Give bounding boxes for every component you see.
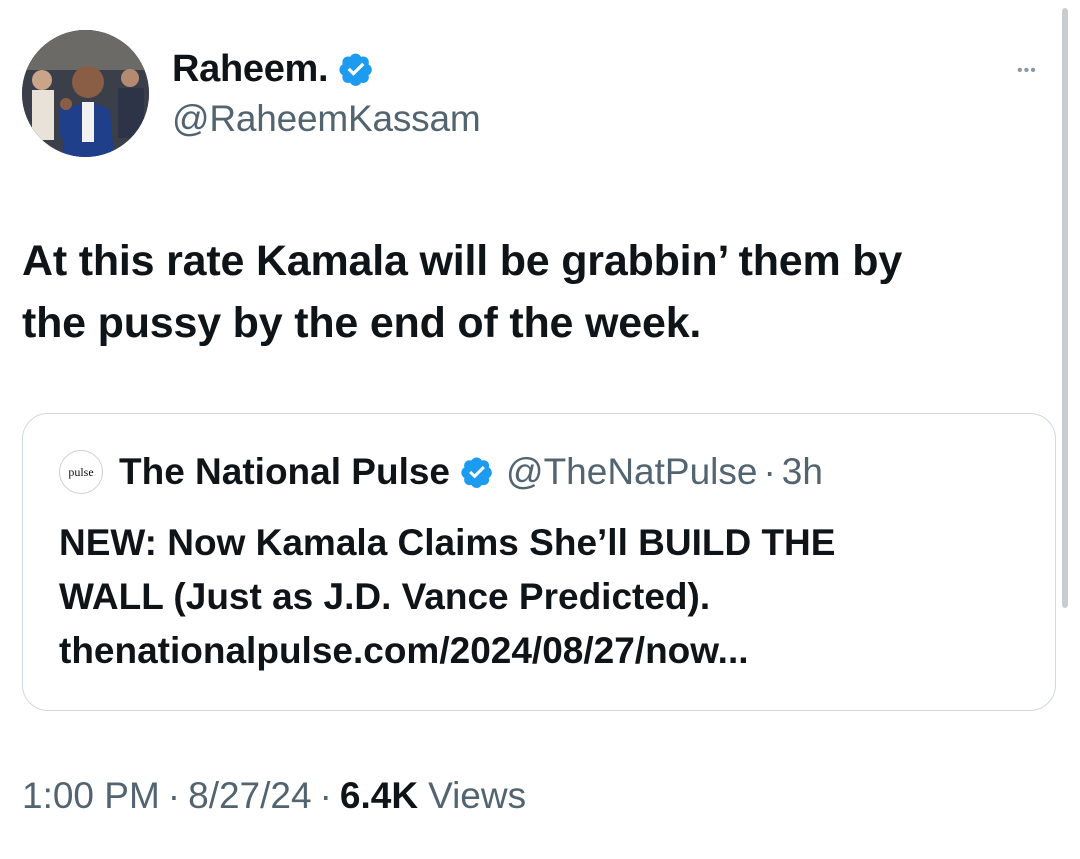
author-avatar[interactable]	[22, 30, 149, 157]
author-display-name[interactable]: Raheem.	[172, 48, 329, 91]
quote-avatar[interactable]: pulse	[59, 450, 103, 494]
tweet-time[interactable]: 1:00 PM	[22, 775, 160, 817]
quote-author-handle[interactable]: @TheNatPulse	[506, 451, 757, 493]
quote-timestamp[interactable]: 3h	[782, 451, 823, 493]
separator-dot: ·	[167, 775, 181, 816]
scrollbar[interactable]	[1062, 8, 1068, 608]
more-options-icon[interactable]: •••	[1017, 62, 1037, 80]
separator-dot: ·	[319, 775, 332, 816]
tweet-date[interactable]: 8/27/24	[188, 775, 311, 817]
quote-body-line: NEW: Now Kamala Claims She’ll BUILD THE	[59, 522, 836, 563]
verified-badge-icon	[339, 53, 373, 86]
views-count[interactable]: 6.4K	[340, 775, 418, 817]
quote-body: NEW: Now Kamala Claims She’ll BUILD THE …	[59, 516, 1039, 678]
quote-body-line: WALL (Just as J.D. Vance Predicted).	[59, 576, 711, 617]
quote-link[interactable]: thenationalpulse.com/2024/08/27/now...	[59, 624, 1039, 678]
separator-dot: ·	[763, 451, 776, 492]
quoted-tweet-card[interactable]: pulse The National Pulse @TheNatPulse · …	[22, 413, 1056, 711]
verified-badge-icon	[461, 457, 492, 488]
quote-author-name[interactable]: The National Pulse	[119, 451, 450, 493]
tweet-text: At this rate Kamala will be grabbin’ the…	[22, 230, 1042, 354]
views-label: Views	[428, 775, 527, 816]
author-handle[interactable]: @RaheemKassam	[172, 98, 481, 140]
tweet-text-line: At this rate Kamala will be grabbin’ the…	[22, 237, 903, 285]
tweet-text-line: the pussy by the end of the week.	[22, 299, 702, 347]
tweet-meta: 1:00 PM · 8/27/24 · 6.4K Views	[22, 775, 526, 817]
